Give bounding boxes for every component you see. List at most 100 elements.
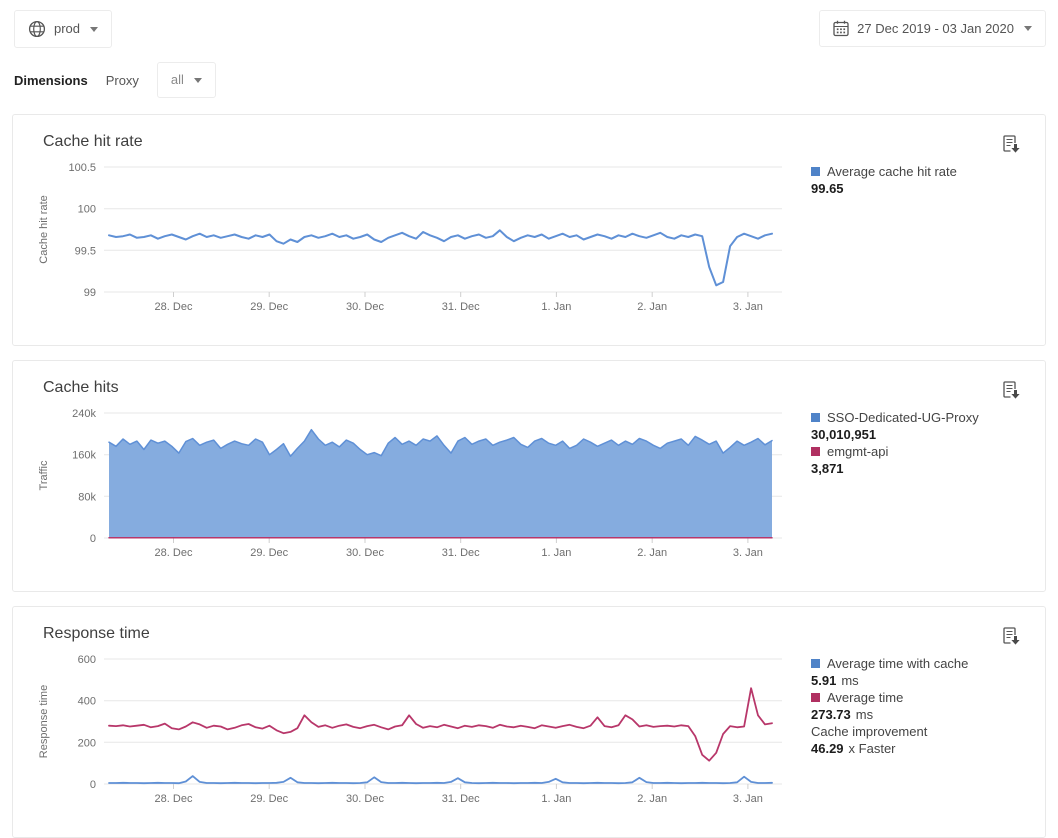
chart-title: Cache hits (43, 379, 1045, 397)
legend-swatch (811, 693, 820, 702)
svg-text:100: 100 (78, 204, 96, 216)
legend-label: Average cache hit rate (827, 163, 957, 180)
legend-swatch (811, 413, 820, 422)
svg-text:Cache hit rate: Cache hit rate (38, 195, 50, 263)
chart-legend: SSO-Dedicated-UG-Proxy30,010,951emgmt-ap… (811, 407, 1045, 477)
svg-text:99.5: 99.5 (75, 245, 96, 257)
export-report-icon (1003, 135, 1021, 155)
legend-value-row: 273.73 ms (811, 706, 1045, 723)
chart-title: Response time (43, 625, 1045, 643)
svg-text:28. Dec: 28. Dec (155, 547, 193, 559)
chart-row: 100.5 100 99.5 99 28. Dec 29. Dec 30. Dec 31. D… (29, 161, 1045, 319)
svg-text:Response time: Response time (38, 685, 50, 758)
legend-item-label: SSO-Dedicated-UG-Proxy (811, 409, 1045, 426)
chart-title: Cache hit rate (43, 133, 1045, 151)
legend-swatch (811, 659, 820, 668)
svg-text:2. Jan: 2. Jan (637, 547, 667, 559)
environment-label: prod (54, 21, 80, 37)
export-report-icon (1003, 627, 1021, 647)
chart-row: 240k160k80k028. Dec29. Dec30. Dec31. Dec… (29, 407, 1045, 565)
legend-item-label: Cache improvement (811, 723, 1045, 740)
chart-row: 600 400 200 0 28. Dec 29. Dec 30. Dec 31. Dec 1.… (29, 653, 1045, 811)
export-report-icon (1003, 381, 1021, 401)
export-report-button[interactable] (1003, 381, 1021, 401)
svg-text:Traffic: Traffic (38, 460, 50, 490)
svg-text:2. Jan: 2. Jan (637, 301, 667, 313)
legend-value-suffix: x Faster (849, 741, 896, 756)
legend-swatch (811, 167, 820, 176)
dimension-value-label: all (171, 72, 184, 88)
export-report-button[interactable] (1003, 135, 1021, 155)
svg-text:30. Dec: 30. Dec (346, 793, 384, 805)
svg-text:29. Dec: 29. Dec (250, 793, 288, 805)
chevron-down-icon (1024, 26, 1032, 31)
chart-canvas-response-time: 600 400 200 0 28. Dec 29. Dec 30. Dec 31. Dec 1.… (29, 653, 789, 811)
legend-item-label: Average time (811, 689, 1045, 706)
svg-text:3. Jan: 3. Jan (733, 301, 763, 313)
svg-text:0: 0 (90, 779, 96, 791)
legend-value: 30,010,951 (811, 427, 876, 442)
globe-icon (28, 20, 46, 38)
svg-text:31. Dec: 31. Dec (442, 547, 480, 559)
legend-label: SSO-Dedicated-UG-Proxy (827, 409, 979, 426)
svg-text:80k: 80k (78, 491, 96, 503)
chevron-down-icon (194, 78, 202, 83)
svg-text:1. Jan: 1. Jan (541, 793, 571, 805)
legend-item-label: Average cache hit rate (811, 163, 1045, 180)
svg-text:30. Dec: 30. Dec (346, 301, 384, 313)
legend-value-row: 99.65 (811, 180, 1045, 197)
svg-text:0: 0 (90, 533, 96, 545)
export-report-button[interactable] (1003, 627, 1021, 647)
chart-svg: 240k160k80k028. Dec29. Dec30. Dec31. Dec… (29, 407, 789, 565)
legend-item-label: Average time with cache (811, 655, 1045, 672)
chart-svg: 100.5 100 99.5 99 28. Dec 29. Dec 30. Dec 31. D… (29, 161, 789, 319)
svg-text:28. Dec: 28. Dec (155, 793, 193, 805)
svg-text:31. Dec: 31. Dec (442, 793, 480, 805)
svg-text:240k: 240k (72, 408, 96, 420)
legend-item-label: emgmt-api (811, 443, 1045, 460)
legend-label: Average time with cache (827, 655, 968, 672)
environment-selector[interactable]: prod (14, 10, 112, 48)
chevron-down-icon (90, 27, 98, 32)
legend-label: emgmt-api (827, 443, 888, 460)
date-range-label: 27 Dec 2019 - 03 Jan 2020 (857, 21, 1014, 37)
svg-text:29. Dec: 29. Dec (250, 301, 288, 313)
dimension-value-select[interactable]: all (157, 62, 216, 98)
svg-text:160k: 160k (72, 450, 96, 462)
svg-text:600: 600 (78, 654, 96, 666)
chart-legend: Average time with cache5.91msAverage tim… (811, 653, 1045, 757)
svg-text:28. Dec: 28. Dec (155, 301, 193, 313)
legend-label: Cache improvement (811, 723, 927, 740)
svg-text:1. Jan: 1. Jan (541, 547, 571, 559)
chart-svg: 600 400 200 0 28. Dec 29. Dec 30. Dec 31. Dec 1.… (29, 653, 789, 811)
chart-canvas-cache-hits: 240k160k80k028. Dec29. Dec30. Dec31. Dec… (29, 407, 789, 565)
svg-text:31. Dec: 31. Dec (442, 301, 480, 313)
calendar-icon (833, 20, 849, 37)
svg-text:100.5: 100.5 (68, 162, 96, 174)
filter-bar: Dimensions Proxy all (0, 48, 1058, 114)
legend-swatch (811, 447, 820, 456)
svg-text:30. Dec: 30. Dec (346, 547, 384, 559)
svg-text:400: 400 (78, 696, 96, 708)
legend-value-suffix: ms (856, 707, 873, 722)
topbar: prod 27 Dec 2019 - 03 Jan 2020 (0, 0, 1058, 48)
legend-value: 273.73 (811, 707, 851, 722)
chart-card-cache-hit-rate: Cache hit rate 100.5 100 99.5 99 28. Dec 29. … (12, 114, 1046, 346)
svg-text:200: 200 (78, 737, 96, 749)
svg-text:2. Jan: 2. Jan (637, 793, 667, 805)
legend-value: 3,871 (811, 461, 844, 476)
chart-card-response-time: Response time 600 400 200 0 28. Dec 29. Dec 30… (12, 606, 1046, 838)
svg-text:99: 99 (84, 287, 96, 299)
chart-card-cache-hits: Cache hits 240k160k80k028. Dec29. Dec30.… (12, 360, 1046, 592)
legend-value-row: 3,871 (811, 460, 1045, 477)
legend-value-row: 46.29 x Faster (811, 740, 1045, 757)
svg-text:3. Jan: 3. Jan (733, 547, 763, 559)
legend-value-row: 5.91ms (811, 672, 1045, 689)
chart-legend: Average cache hit rate99.65 (811, 161, 1045, 197)
svg-text:3. Jan: 3. Jan (733, 793, 763, 805)
date-range-selector[interactable]: 27 Dec 2019 - 03 Jan 2020 (819, 10, 1046, 47)
legend-value: 99.65 (811, 181, 844, 196)
legend-value: 46.29 (811, 741, 844, 756)
svg-text:1. Jan: 1. Jan (541, 301, 571, 313)
dimensions-label: Dimensions (14, 73, 88, 88)
